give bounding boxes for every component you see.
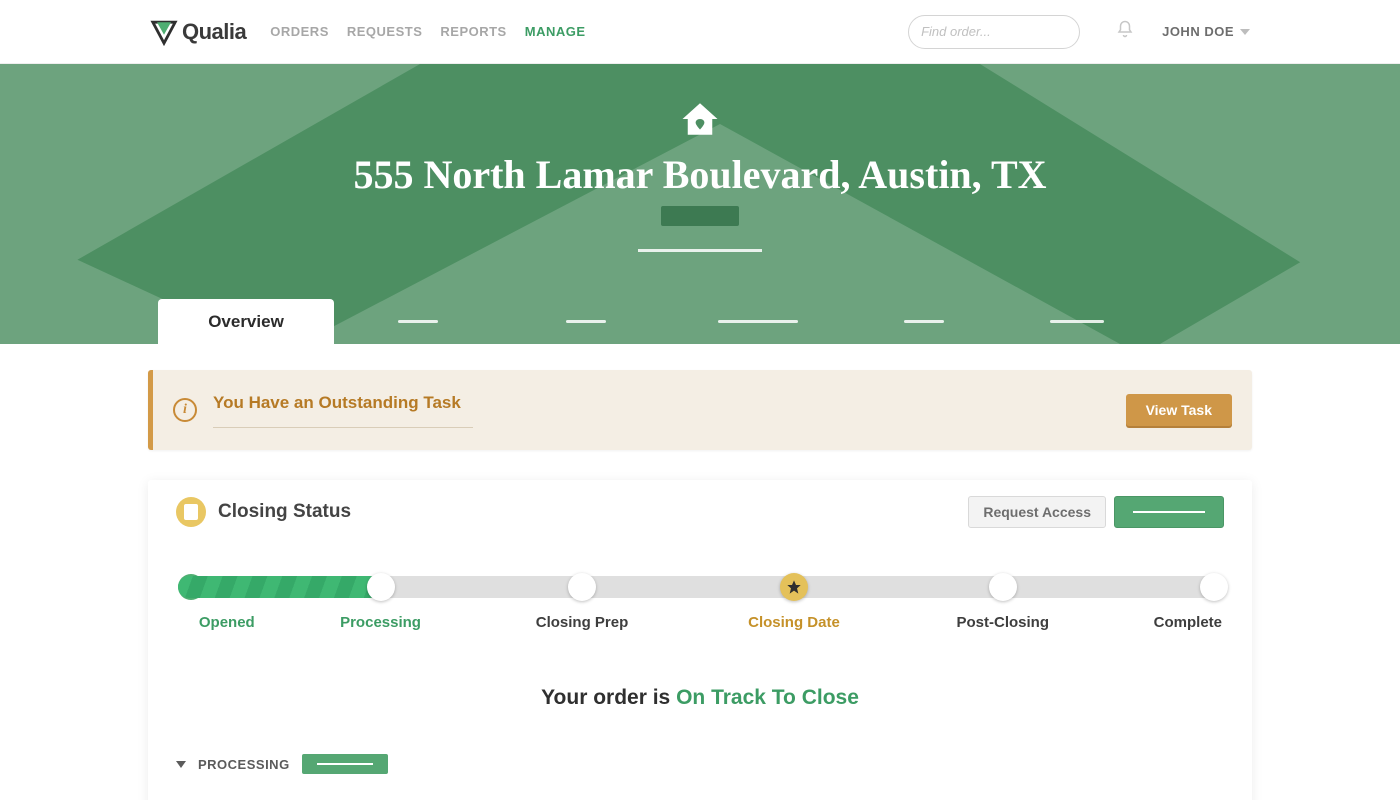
tab-placeholder-5[interactable] [1002,299,1152,344]
nav-requests[interactable]: REQUESTS [347,24,423,39]
view-task-button[interactable]: View Task [1126,394,1232,426]
progress-track: Opened Processing Closing Prep Closing D… [178,576,1222,644]
property-address: 555 North Lamar Boulevard, Austin, TX [0,151,1400,198]
section-label: PROCESSING [198,757,290,772]
chevron-down-icon [1240,29,1250,35]
progress-node-post-closing [989,573,1017,601]
request-access-button[interactable]: Request Access [968,496,1106,528]
hero-tag [661,206,739,226]
progress-fill [178,576,381,598]
tab-overview[interactable]: Overview [158,299,334,344]
user-menu[interactable]: JOHN DOE [1162,24,1250,39]
logo[interactable]: Qualia [150,18,246,46]
nav-manage[interactable]: MANAGE [525,24,586,39]
banner-subtitle-placeholder [213,427,473,428]
primary-action-button[interactable] [1114,496,1224,528]
section-badge [302,754,388,774]
step-label-processing: Processing [340,614,421,631]
progress-node-complete [1200,573,1228,601]
progress-node-closing-prep [568,573,596,601]
outstanding-task-banner: i You Have an Outstanding Task View Task [148,370,1252,450]
closing-status-card: Closing Status Request Access Opened Pro… [148,480,1252,800]
progress-node-processing [367,573,395,601]
logo-text: Qualia [182,19,246,45]
collapse-icon [176,761,186,768]
banner-title: You Have an Outstanding Task [213,393,473,413]
house-icon [679,98,721,145]
notifications-icon[interactable] [1116,20,1134,43]
nav-links: ORDERS REQUESTS REPORTS MANAGE [270,24,585,39]
clipboard-icon [176,497,206,527]
hero: 555 North Lamar Boulevard, Austin, TX Ov… [0,64,1400,344]
tab-placeholder-3[interactable] [670,299,846,344]
step-label-closing-prep: Closing Prep [536,614,629,631]
tab-placeholder-1[interactable] [334,299,502,344]
property-tabs: Overview [0,299,1400,344]
search-box[interactable] [908,15,1080,49]
search-input[interactable] [921,24,1097,39]
nav-reports[interactable]: REPORTS [440,24,506,39]
order-status-message: Your order is On Track To Close [176,686,1224,710]
logo-mark-icon [150,18,178,46]
step-label-opened: Opened [199,614,255,631]
user-name: JOHN DOE [1162,24,1234,39]
closing-status-title: Closing Status [218,501,351,523]
progress-node-closing-date [780,573,808,601]
nav-orders[interactable]: ORDERS [270,24,329,39]
step-label-complete: Complete [1154,614,1222,631]
top-nav: Qualia ORDERS REQUESTS REPORTS MANAGE JO… [0,0,1400,64]
star-icon [786,579,802,595]
step-label-post-closing: Post-Closing [957,614,1050,631]
info-icon: i [173,398,197,422]
section-processing[interactable]: PROCESSING [176,754,1224,774]
tab-placeholder-2[interactable] [502,299,670,344]
hero-separator [638,249,762,252]
step-label-closing-date: Closing Date [748,614,840,631]
tab-placeholder-4[interactable] [846,299,1002,344]
